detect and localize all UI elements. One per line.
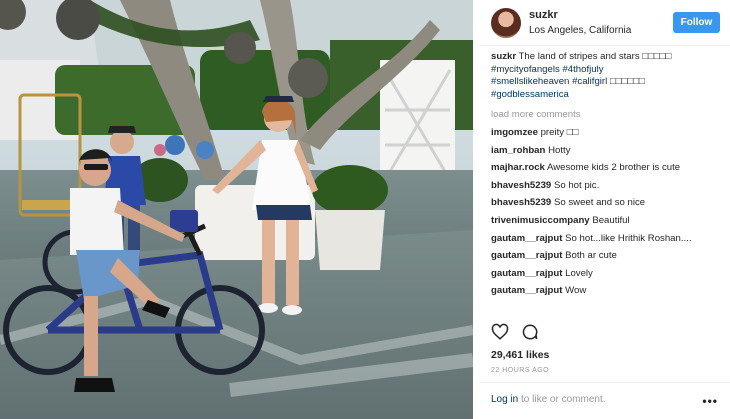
comment-text: So hot...like Hrithik Roshan.... (565, 232, 692, 244)
comment-username[interactable]: majhar.rock (491, 162, 545, 173)
author-username[interactable]: suzkr (529, 8, 673, 23)
post-caption: suzkr The land of stripes and stars □□□□… (491, 51, 722, 101)
hashtag[interactable]: #godblessamerica (491, 89, 569, 100)
caption-text: The land of stripes and stars (518, 51, 643, 62)
comment-text: Hotty (548, 144, 571, 156)
comment-username[interactable]: gautam__rajput (491, 233, 562, 244)
comment-username[interactable]: trivenimusiccompany (491, 215, 590, 226)
comment-icon[interactable] (521, 323, 539, 341)
comment: trivenimusiccompany Beautiful (491, 215, 722, 228)
login-prompt: Log in to like or comment. (491, 394, 606, 405)
login-prompt-text: to like or comment. (518, 394, 606, 405)
follow-button[interactable]: Follow (673, 12, 720, 33)
comment-text: Beautiful (592, 214, 630, 226)
hashtag[interactable]: #4thofjuly (562, 64, 603, 75)
login-link[interactable]: Log in (491, 394, 518, 405)
comment-username[interactable]: bhavesh5239 (491, 197, 551, 208)
hashtag[interactable]: #smellslikeheaven (491, 76, 569, 87)
comment-text: So hot pic. (553, 179, 600, 191)
comment-text: Both ar cute (565, 250, 617, 262)
caption-emoji: □□□□□ (642, 51, 672, 62)
post-photo[interactable] (0, 0, 473, 419)
load-more-comments[interactable]: load more comments (491, 109, 722, 122)
caption-username[interactable]: suzkr (491, 51, 516, 62)
comment-text: preity □□ (540, 126, 579, 138)
heart-icon[interactable] (491, 323, 509, 341)
comment: iam_rohban Hotty (491, 145, 722, 158)
comment-username[interactable]: bhavesh5239 (491, 180, 551, 191)
divider (479, 382, 730, 383)
comments-list[interactable]: suzkr The land of stripes and stars □□□□… (491, 51, 722, 319)
caption-emoji: □□□□□□ (609, 76, 645, 88)
comment: gautam__rajput Wow (491, 285, 722, 298)
comment-username[interactable]: gautam__rajput (491, 250, 562, 261)
comment-text: So sweet and so nice (553, 197, 646, 209)
comment-text: Lovely (565, 267, 593, 279)
comment: gautam__rajput So hot...like Hrithik Ros… (491, 233, 722, 246)
comment-username[interactable]: gautam__rajput (491, 268, 562, 279)
comment-username[interactable]: imgomzee (491, 127, 538, 138)
comment-text: Awesome kids 2 brother is cute (547, 162, 681, 174)
likes-count[interactable]: 29,461 likes (491, 349, 549, 361)
photo-illustration (0, 0, 473, 419)
post-timestamp: 22 HOURS AGO (491, 367, 550, 374)
comment: gautam__rajput Lovely (491, 268, 722, 281)
instagram-post: suzkr Los Angeles, California Follow suz… (0, 0, 730, 419)
avatar[interactable] (491, 7, 521, 38)
comment: majhar.rock Awesome kids 2 brother is cu… (491, 162, 722, 175)
comment-username[interactable]: gautam__rajput (491, 285, 562, 296)
comment: gautam__rajput Both ar cute (491, 250, 722, 263)
post-location[interactable]: Los Angeles, California (529, 23, 673, 38)
comment-username[interactable]: iam_rohban (491, 145, 545, 156)
comment: bhavesh5239 So sweet and so nice (491, 197, 722, 210)
comment-text: Wow (565, 285, 587, 297)
hashtag[interactable]: #mycityofangels (491, 64, 560, 75)
post-sidebar: suzkr Los Angeles, California Follow suz… (479, 0, 730, 419)
post-actions (491, 323, 539, 343)
comment: bhavesh5239 So hot pic. (491, 180, 722, 193)
comment: imgomzee preity □□ (491, 127, 722, 140)
hashtag[interactable]: #califgirl (572, 76, 607, 87)
author-info: suzkr Los Angeles, California (529, 8, 673, 38)
post-header: suzkr Los Angeles, California Follow (479, 0, 730, 46)
more-options-icon[interactable]: ••• (702, 394, 718, 408)
